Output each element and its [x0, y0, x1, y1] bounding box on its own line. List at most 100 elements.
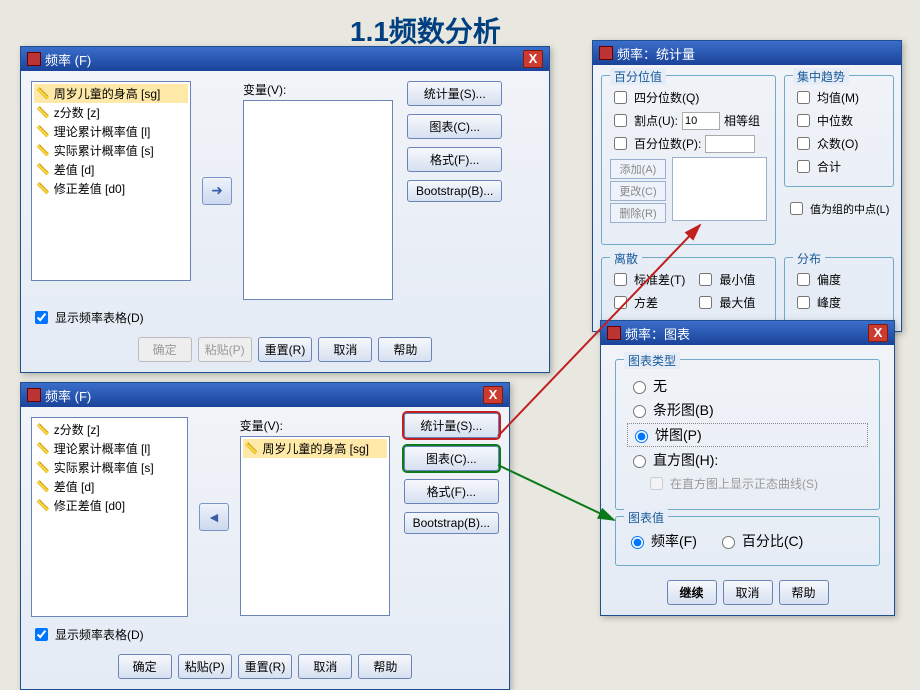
midpoint-checkbox[interactable] — [790, 202, 803, 215]
list-item[interactable]: 📏理论累计概率值 [l] — [34, 439, 185, 458]
close-icon[interactable]: X — [483, 386, 503, 404]
title-text: 频率 (F) — [45, 386, 91, 405]
titlebar[interactable]: 频率 (F) X — [21, 383, 509, 407]
app-icon — [599, 46, 613, 60]
cancel-button[interactable]: 取消 — [723, 580, 773, 605]
close-icon[interactable]: X — [523, 50, 543, 68]
list-item[interactable]: 📏z分数 [z] — [34, 420, 185, 439]
list-item[interactable]: 📏差值 [d] — [34, 477, 185, 496]
scale-icon: 📏 — [36, 182, 50, 195]
help-button[interactable]: 帮助 — [779, 580, 829, 605]
list-item[interactable]: 📏实际累计概率值 [s] — [34, 141, 188, 160]
pie-radio[interactable] — [635, 430, 648, 443]
cutpoint-input[interactable] — [682, 112, 720, 130]
title-text: 频率：统计量 — [617, 44, 695, 63]
variable-label: 变量(V): — [240, 417, 390, 434]
hist-normal-checkbox — [650, 477, 663, 490]
dispersion-legend: 离散 — [610, 250, 642, 267]
ok-button[interactable]: 确定 — [118, 654, 172, 679]
cutpoint-checkbox[interactable] — [614, 114, 627, 127]
list-item[interactable]: 📏实际累计概率值 [s] — [34, 458, 185, 477]
source-var-list[interactable]: 📏z分数 [z] 📏理论累计概率值 [l] 📏实际累计概率值 [s] 📏差值 [… — [31, 417, 188, 617]
quartile-checkbox[interactable] — [614, 91, 627, 104]
distribution-legend: 分布 — [793, 250, 825, 267]
scale-icon: 📏 — [36, 480, 50, 493]
percentile-input[interactable] — [705, 135, 755, 153]
continue-button[interactable]: 继续 — [667, 580, 717, 605]
titlebar[interactable]: 频率 (F) X — [21, 47, 549, 71]
move-left-button[interactable]: ◄ — [199, 503, 229, 531]
add-button: 添加(A) — [610, 159, 666, 179]
statistics-button[interactable]: 统计量(S)... — [407, 81, 502, 106]
bootstrap-button[interactable]: Bootstrap(B)... — [407, 180, 502, 202]
freq-radio[interactable] — [631, 536, 644, 549]
pct-radio[interactable] — [722, 536, 735, 549]
scale-icon: 📏 — [36, 442, 50, 455]
mean-checkbox[interactable] — [797, 91, 810, 104]
statistics-button[interactable]: 统计量(S)... — [404, 413, 499, 438]
chart-value-legend: 图表值 — [624, 509, 668, 526]
titlebar[interactable]: 频率：图表 X — [601, 321, 894, 345]
list-item[interactable]: 📏周岁儿童的身高 [sg] — [34, 84, 188, 103]
bar-radio[interactable] — [633, 405, 646, 418]
scale-icon: 📏 — [245, 442, 259, 455]
central-legend: 集中趋势 — [793, 68, 849, 85]
list-item[interactable]: 📏差值 [d] — [34, 160, 188, 179]
show-freq-table-label: 显示频率表格(D) — [55, 626, 144, 643]
page-title: 1.1频数分析 — [350, 10, 501, 50]
format-button[interactable]: 格式(F)... — [404, 479, 499, 504]
none-radio[interactable] — [633, 381, 646, 394]
app-icon — [27, 388, 41, 402]
scale-icon: 📏 — [36, 87, 50, 100]
reset-button[interactable]: 重置(R) — [238, 654, 293, 679]
format-button[interactable]: 格式(F)... — [407, 147, 502, 172]
list-item[interactable]: 📏周岁儿童的身高 [sg] — [243, 439, 387, 458]
help-button[interactable]: 帮助 — [358, 654, 412, 679]
source-var-list[interactable]: 📏周岁儿童的身高 [sg] 📏z分数 [z] 📏理论累计概率值 [l] 📏实际累… — [31, 81, 191, 281]
percentile-listbox[interactable] — [672, 157, 767, 221]
list-item[interactable]: 📏修正差值 [d0] — [34, 496, 185, 515]
kurt-checkbox[interactable] — [797, 296, 810, 309]
move-right-button[interactable]: ➜ — [202, 177, 232, 205]
scale-icon: 📏 — [36, 144, 50, 157]
chart-dialog: 频率：图表 X 图表类型 无 条形图(B) 饼图(P) 直方图(H): 在直方图… — [600, 320, 895, 616]
list-item[interactable]: 📏z分数 [z] — [34, 103, 188, 122]
remove-button: 删除(R) — [610, 203, 666, 223]
charts-button[interactable]: 图表(C)... — [404, 446, 499, 471]
statistics-dialog: 频率：统计量 百分位值 四分位数(Q) 割点(U): 相等组 百分位数(P): … — [592, 40, 902, 332]
show-freq-table-label: 显示频率表格(D) — [55, 309, 144, 326]
list-item[interactable]: 📏修正差值 [d0] — [34, 179, 188, 198]
hist-radio[interactable] — [633, 455, 646, 468]
bootstrap-button[interactable]: Bootstrap(B)... — [404, 512, 499, 534]
change-button: 更改(C) — [610, 181, 666, 201]
chart-type-legend: 图表类型 — [624, 352, 680, 369]
cancel-button[interactable]: 取消 — [298, 654, 352, 679]
sum-checkbox[interactable] — [797, 160, 810, 173]
charts-button[interactable]: 图表(C)... — [407, 114, 502, 139]
min-checkbox[interactable] — [699, 273, 712, 286]
target-var-list[interactable] — [243, 100, 393, 300]
help-button[interactable]: 帮助 — [378, 337, 432, 362]
target-var-list[interactable]: 📏周岁儿童的身高 [sg] — [240, 436, 390, 616]
show-freq-table-checkbox[interactable] — [35, 628, 48, 641]
app-icon — [607, 326, 621, 340]
scale-icon: 📏 — [36, 499, 50, 512]
scale-icon: 📏 — [36, 125, 50, 138]
list-item[interactable]: 📏理论累计概率值 [l] — [34, 122, 188, 141]
skew-checkbox[interactable] — [797, 273, 810, 286]
close-icon[interactable]: X — [868, 324, 888, 342]
frequency-dialog-1: 频率 (F) X 📏周岁儿童的身高 [sg] 📏z分数 [z] 📏理论累计概率值… — [20, 46, 550, 373]
titlebar[interactable]: 频率：统计量 — [593, 41, 901, 65]
paste-button[interactable]: 粘贴(P) — [178, 654, 232, 679]
scale-icon: 📏 — [36, 423, 50, 436]
percentile-checkbox[interactable] — [614, 137, 627, 150]
mode-checkbox[interactable] — [797, 137, 810, 150]
max-checkbox[interactable] — [699, 296, 712, 309]
reset-button[interactable]: 重置(R) — [258, 337, 313, 362]
show-freq-table-checkbox[interactable] — [35, 311, 48, 324]
cancel-button[interactable]: 取消 — [318, 337, 372, 362]
var-checkbox[interactable] — [614, 296, 627, 309]
std-checkbox[interactable] — [614, 273, 627, 286]
median-checkbox[interactable] — [797, 114, 810, 127]
frequency-dialog-2: 频率 (F) X 📏z分数 [z] 📏理论累计概率值 [l] 📏实际累计概率值 … — [20, 382, 510, 690]
